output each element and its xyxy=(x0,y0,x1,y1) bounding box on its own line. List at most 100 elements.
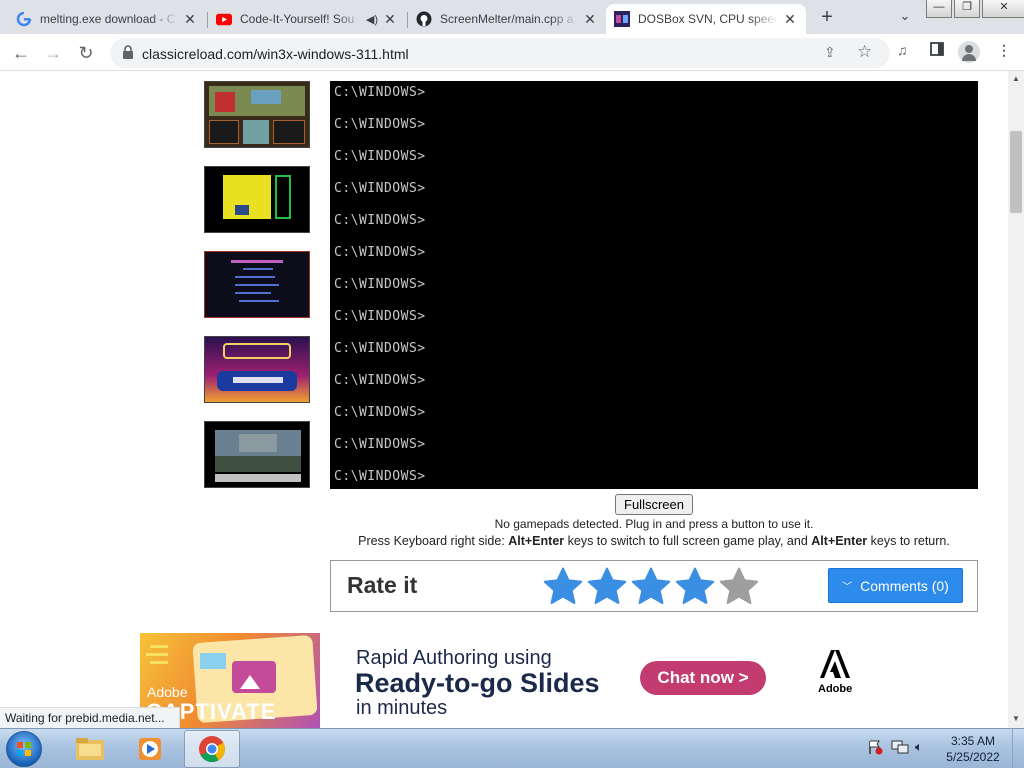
chrome-taskbar-button[interactable] xyxy=(184,730,240,768)
dosbox-screen[interactable]: C:\WINDOWS> C:\WINDOWS> C:\WINDOWS> C:\WIND… xyxy=(330,81,978,489)
windows-taskbar: 🔈︎ 3:35 AM 5/25/2022 xyxy=(0,728,1024,768)
youtube-icon xyxy=(216,11,232,27)
dos-prompt-line: C:\WINDOWS> xyxy=(334,117,426,132)
tab-close-icon[interactable]: ✕ xyxy=(782,11,798,27)
minimize-button[interactable]: — xyxy=(926,0,952,18)
ad-chat-now-button[interactable]: Chat now > xyxy=(640,661,766,695)
dos-prompt-line: C:\WINDOWS> xyxy=(334,277,426,292)
ad-brand-text: Adobe xyxy=(147,684,188,700)
dosbox-icon xyxy=(614,11,630,27)
window-controls: — ❐ ✕ xyxy=(926,0,1024,18)
dos-prompt-line: C:\WINDOWS> xyxy=(334,213,426,228)
tab-code-it-yourself[interactable]: Code-It-Yourself! Sou ◀) ✕ xyxy=(208,4,406,34)
tab-title: ScreenMelter/main.cpp a xyxy=(440,12,574,26)
dos-prompt-line: C:\WINDOWS> xyxy=(334,85,426,100)
comments-button[interactable]: ﹀ Comments (0) xyxy=(828,568,963,603)
clock-date: 5/25/2022 xyxy=(946,750,1000,764)
menu-kebab-icon[interactable]: ⋮ xyxy=(997,42,1011,59)
vertical-scrollbar[interactable]: ▲ ▼ xyxy=(1008,71,1024,728)
close-window-button[interactable]: ✕ xyxy=(982,0,1024,18)
scroll-up-arrow-icon[interactable]: ▲ xyxy=(1012,74,1020,83)
share-icon[interactable]: ⇪ xyxy=(824,44,836,61)
keyboard-note: Press Keyboard right side: Alt+Enter key… xyxy=(358,534,950,548)
advertisement[interactable]: Adobe CAPTIVATE Rapid Authoring using Re… xyxy=(140,633,870,728)
address-bar[interactable]: classicreload.com/win3x-windows-311.html… xyxy=(110,38,890,68)
browser-toolbar: ← → ↻ classicreload.com/win3x-windows-31… xyxy=(0,34,1024,71)
adobe-logo-text: Adobe xyxy=(818,683,853,695)
forward-arrow-icon[interactable]: → xyxy=(40,40,66,66)
lock-icon xyxy=(122,45,134,64)
system-clock[interactable]: 3:35 AM 5/25/2022 xyxy=(940,733,1006,765)
adobe-logo: Adobe xyxy=(818,650,852,696)
thumbnail-1[interactable] xyxy=(204,81,310,148)
rate-title: Rate it xyxy=(347,572,418,598)
rating-panel: Rate it ﹀ Comments (0) xyxy=(330,560,978,612)
tab-strip: melting.exe download - C ✕ Code-It-Yours… xyxy=(0,0,1024,34)
windows-logo-icon xyxy=(17,742,31,756)
dos-prompt-line: C:\WINDOWS> xyxy=(334,405,426,420)
thumbnail-4[interactable] xyxy=(204,336,310,403)
media-player-taskbar-button[interactable] xyxy=(122,730,178,768)
url-text[interactable]: classicreload.com/win3x-windows-311.html xyxy=(142,46,409,62)
star-filled-icon[interactable] xyxy=(630,566,672,608)
status-bar: Waiting for prebid.media.net... xyxy=(0,707,180,728)
back-arrow-icon[interactable]: ← xyxy=(8,40,34,66)
scroll-down-arrow-icon[interactable]: ▼ xyxy=(1012,714,1020,723)
dos-prompt-line: C:\WINDOWS> xyxy=(334,469,426,484)
network-icon[interactable] xyxy=(891,739,909,758)
tab-title: DOSBox SVN, CPU speed xyxy=(638,12,778,26)
thumbnail-2[interactable] xyxy=(204,166,310,233)
tab-search-chevron-icon[interactable]: ⌄ xyxy=(894,8,916,28)
star-filled-icon[interactable] xyxy=(542,566,584,608)
volume-icon[interactable]: 🔈︎ xyxy=(915,739,923,755)
google-g-icon xyxy=(16,11,32,27)
dos-prompt-line: C:\WINDOWS> xyxy=(334,437,426,452)
scroll-thumb[interactable] xyxy=(1010,131,1022,213)
dos-prompt-line: C:\WINDOWS> xyxy=(334,309,426,324)
tab-dosbox-active[interactable]: DOSBox SVN, CPU speed ✕ xyxy=(606,4,806,34)
speaker-icon[interactable]: ◀) xyxy=(366,13,378,26)
new-tab-button[interactable]: + xyxy=(814,6,840,30)
github-icon xyxy=(416,11,432,27)
fullscreen-button[interactable]: Fullscreen xyxy=(615,494,693,515)
profile-avatar[interactable] xyxy=(958,41,980,63)
ad-headline-1: Rapid Authoring using xyxy=(356,647,552,669)
thumbnail-3[interactable] xyxy=(204,251,310,318)
tab-title: melting.exe download - C xyxy=(40,12,176,26)
dos-prompt-line: C:\WINDOWS> xyxy=(334,373,426,388)
thumbnail-5[interactable] xyxy=(204,421,310,488)
star-empty-icon[interactable] xyxy=(718,566,760,608)
tab-melting-download[interactable]: melting.exe download - C ✕ xyxy=(8,4,206,34)
star-filled-icon[interactable] xyxy=(586,566,628,608)
chrome-icon xyxy=(199,736,226,763)
adobe-a-icon xyxy=(820,650,850,678)
dos-prompt-line: C:\WINDOWS> xyxy=(334,341,426,356)
clock-time: 3:35 AM xyxy=(950,734,996,748)
dos-prompt-line: C:\WINDOWS> xyxy=(334,149,426,164)
screen: melting.exe download - C ✕ Code-It-Yours… xyxy=(0,0,1024,768)
comments-label: Comments (0) xyxy=(860,577,949,594)
ad-headline-2: Ready-to-go Slides xyxy=(355,668,600,698)
ad-headline-3: in minutes xyxy=(356,697,448,719)
tab-close-icon[interactable]: ✕ xyxy=(382,11,398,27)
chevron-down-icon: ﹀ xyxy=(842,582,853,593)
restore-button[interactable]: ❐ xyxy=(954,0,980,18)
start-button[interactable] xyxy=(6,731,42,767)
tab-screenmelter-github[interactable]: ScreenMelter/main.cpp a ✕ xyxy=(408,4,606,34)
tab-title: Code-It-Yourself! Sou xyxy=(240,12,355,26)
star-filled-icon[interactable] xyxy=(674,566,716,608)
dos-prompt-line: C:\WINDOWS> xyxy=(334,181,426,196)
action-center-flag-icon[interactable] xyxy=(867,739,883,758)
tab-close-icon[interactable]: ✕ xyxy=(182,11,198,27)
page-content: C:\WINDOWS> C:\WINDOWS> C:\WINDOWS> C:\WIND… xyxy=(0,71,1008,728)
tab-close-icon[interactable]: ✕ xyxy=(582,11,598,27)
side-panel-icon[interactable] xyxy=(930,42,944,59)
reload-icon[interactable]: ↻ xyxy=(73,40,99,66)
gamepad-note: No gamepads detected. Plug in and press … xyxy=(494,517,814,531)
media-control-icon[interactable]: ♫ xyxy=(897,42,908,58)
show-desktop-button[interactable] xyxy=(1012,729,1024,768)
explorer-taskbar-button[interactable] xyxy=(62,730,118,768)
star-rating xyxy=(542,566,762,608)
bookmark-star-icon[interactable]: ☆ xyxy=(857,42,872,62)
explorer-icon xyxy=(76,738,104,760)
